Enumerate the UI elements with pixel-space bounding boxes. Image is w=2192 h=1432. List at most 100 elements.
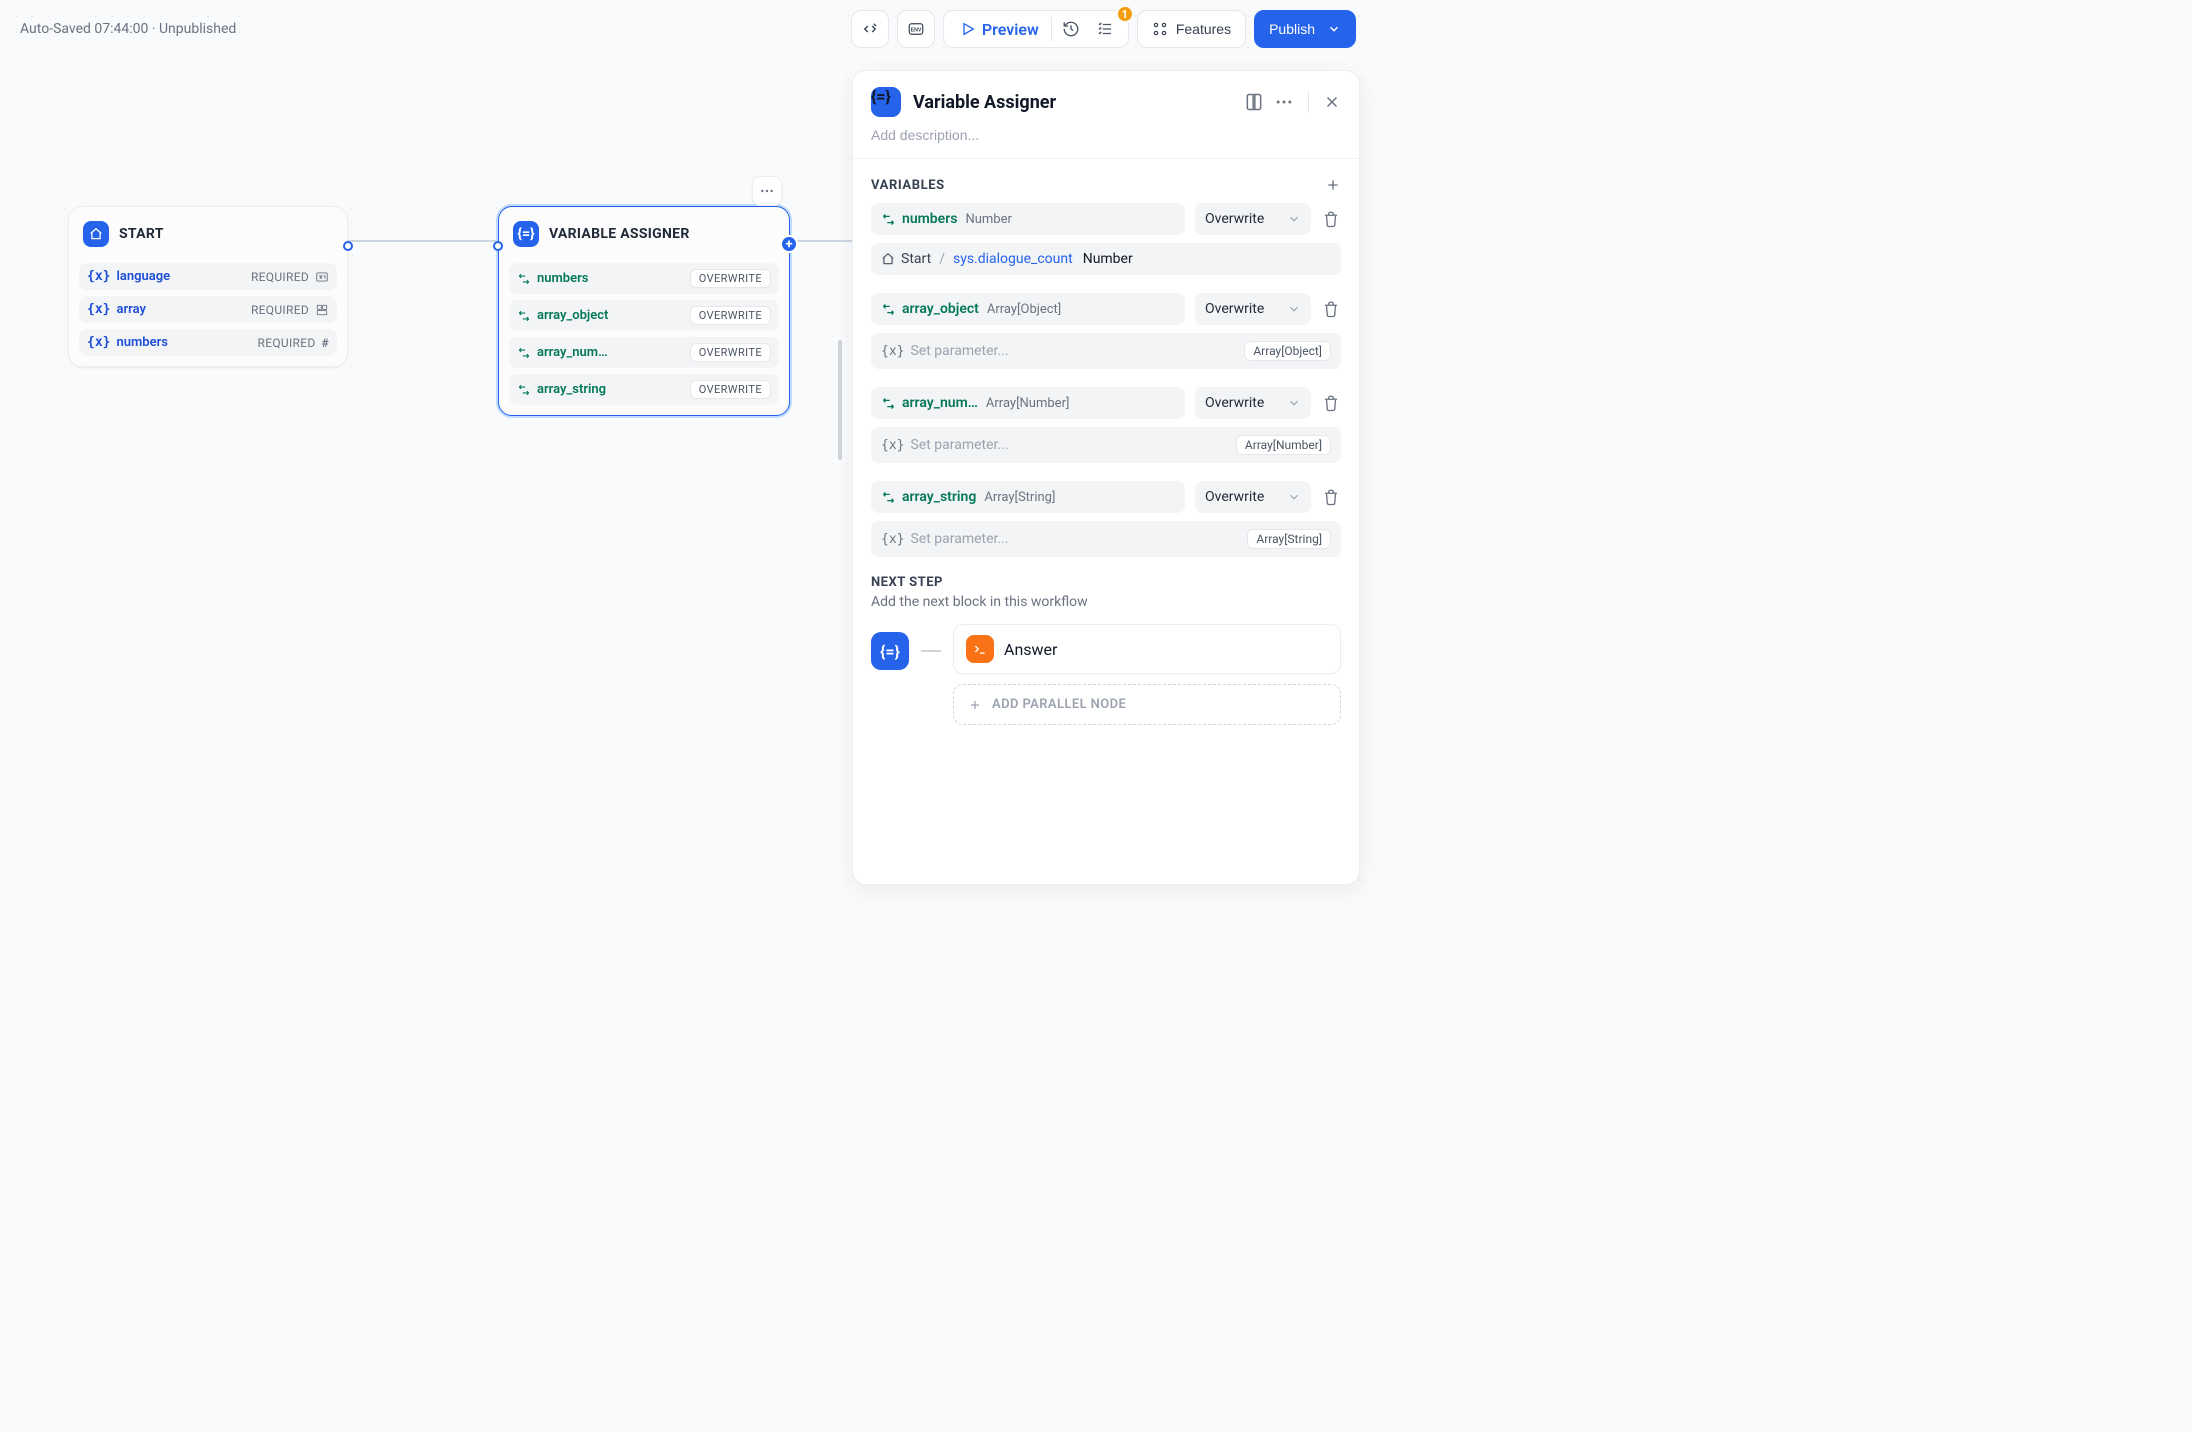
hash-type-icon: # — [322, 336, 329, 350]
start-var-row: {x}language REQUIRED — [79, 263, 337, 290]
variable-source[interactable]: {x} Set parameter... Array[String] — [871, 521, 1341, 557]
panel-close-button[interactable] — [1323, 93, 1341, 111]
conv-var-icon — [517, 309, 531, 323]
variable-source[interactable]: {x} Set parameter... Array[Object] — [871, 333, 1341, 369]
va-row: array_num… OVERWRITE — [509, 337, 779, 368]
apps-icon — [1152, 21, 1168, 37]
env-icon: ENV — [907, 20, 925, 38]
variable-assigner-icon: {=} — [871, 87, 901, 117]
trash-icon — [1322, 300, 1340, 318]
home-icon — [83, 221, 109, 247]
panel-title: Variable Assigner — [913, 92, 1232, 113]
chevron-down-icon — [1287, 490, 1301, 504]
var-placeholder-icon: {x} — [881, 438, 904, 453]
variable-target[interactable]: numbers Number — [871, 203, 1185, 235]
var-placeholder-icon: {x} — [881, 532, 904, 547]
delete-variable-button[interactable] — [1321, 300, 1341, 318]
features-button[interactable]: Features — [1137, 10, 1246, 48]
next-step-title: NEXT STEP — [871, 575, 1341, 590]
conv-var-icon — [881, 302, 896, 317]
trash-icon — [1322, 488, 1340, 506]
va-row: array_object OVERWRITE — [509, 300, 779, 331]
conv-var-icon — [881, 490, 896, 505]
variable-assigner-icon: {=} — [513, 221, 539, 247]
conv-var-icon — [517, 383, 531, 397]
node-start[interactable]: START {x}language REQUIRED {x}array REQU… — [68, 206, 348, 367]
node-context-menu-button[interactable] — [752, 176, 782, 206]
divider — [1051, 17, 1052, 41]
variable-source[interactable]: {x} Set parameter... Array[Number] — [871, 427, 1341, 463]
variables-section-title: VARIABLES — [871, 178, 945, 193]
node-start-output-port[interactable] — [343, 241, 353, 251]
history-icon — [1062, 20, 1080, 38]
start-var-row: {x}array REQUIRED — [79, 296, 337, 323]
home-icon — [881, 252, 895, 266]
chevron-down-icon — [1287, 302, 1301, 316]
next-step-subtitle: Add the next block in this workflow — [871, 594, 1341, 610]
save-state: Auto-Saved 07:44:00 · Unpublished — [20, 21, 236, 37]
separator — [1308, 91, 1309, 113]
conv-var-icon — [517, 346, 531, 360]
mode-select[interactable]: Overwrite — [1195, 387, 1311, 419]
var-placeholder-icon: {x} — [881, 344, 904, 359]
text-type-icon — [315, 270, 329, 284]
variable-target[interactable]: array_object Array[Object] — [871, 293, 1185, 325]
side-panel: {=} Variable Assigner VARIABLES — [852, 70, 1360, 885]
va-row: numbers OVERWRITE — [509, 263, 779, 294]
start-var-row: {x}numbers REQUIRED # — [79, 329, 337, 356]
ellipsis-icon — [1274, 92, 1294, 112]
close-icon — [1323, 93, 1341, 111]
add-parallel-node-button[interactable]: ADD PARALLEL NODE — [953, 684, 1341, 725]
notification-badge: 1 — [1116, 5, 1134, 23]
mode-select[interactable]: Overwrite — [1195, 293, 1311, 325]
code-brackets-icon — [861, 20, 879, 38]
publish-button[interactable]: Publish — [1254, 10, 1356, 48]
json-type-icon — [315, 303, 329, 317]
checklist-icon — [1096, 20, 1114, 38]
plus-icon — [968, 698, 982, 712]
history-button[interactable] — [1054, 12, 1088, 46]
plus-icon — [1325, 177, 1341, 193]
va-row: array_string OVERWRITE — [509, 374, 779, 405]
play-icon — [960, 21, 976, 37]
conv-var-icon — [881, 396, 896, 411]
ellipsis-icon — [759, 183, 775, 199]
add-variable-button[interactable] — [1325, 177, 1341, 193]
node-va-add-output[interactable]: + — [780, 235, 798, 253]
edge-start-to-va — [348, 240, 502, 242]
conv-var-icon — [517, 272, 531, 286]
top-bar: Auto-Saved 07:44:00 · Unpublished ENV Pr… — [0, 0, 1370, 58]
preview-button[interactable]: Preview — [950, 12, 1049, 46]
chevron-down-icon — [1327, 22, 1341, 36]
book-icon — [1244, 92, 1264, 112]
mode-select[interactable]: Overwrite — [1195, 203, 1311, 235]
variable-target[interactable]: array_string Array[String] — [871, 481, 1185, 513]
answer-icon — [966, 635, 994, 663]
next-step-from-icon: {=} — [871, 632, 909, 670]
trash-icon — [1322, 210, 1340, 228]
variable-source[interactable]: Start / sys.dialogue_count Number — [871, 243, 1341, 275]
preview-group: Preview 1 — [943, 10, 1129, 48]
code-snippet-button[interactable] — [851, 10, 889, 48]
panel-description-input[interactable] — [871, 127, 1341, 143]
conv-var-icon — [881, 212, 896, 227]
delete-variable-button[interactable] — [1321, 488, 1341, 506]
trash-icon — [1322, 394, 1340, 412]
canvas-scroll-indicator[interactable] — [838, 340, 842, 460]
variable-target[interactable]: array_num… Array[Number] — [871, 387, 1185, 419]
node-variable-assigner[interactable]: + {=} VARIABLE ASSIGNER numbers OVERWRIT… — [498, 206, 790, 416]
mode-select[interactable]: Overwrite — [1195, 481, 1311, 513]
docs-button[interactable] — [1244, 92, 1264, 112]
node-va-title: VARIABLE ASSIGNER — [549, 226, 690, 242]
env-button[interactable]: ENV — [897, 10, 935, 48]
chevron-down-icon — [1287, 212, 1301, 226]
next-step-answer[interactable]: Answer — [953, 624, 1341, 674]
node-va-input-port[interactable] — [493, 241, 503, 251]
delete-variable-button[interactable] — [1321, 210, 1341, 228]
svg-text:ENV: ENV — [910, 27, 921, 33]
node-start-title: START — [119, 226, 164, 242]
chevron-down-icon — [1287, 396, 1301, 410]
top-bar-actions: ENV Preview 1 Features Publish — [851, 10, 1356, 48]
panel-more-button[interactable] — [1274, 92, 1294, 112]
delete-variable-button[interactable] — [1321, 394, 1341, 412]
